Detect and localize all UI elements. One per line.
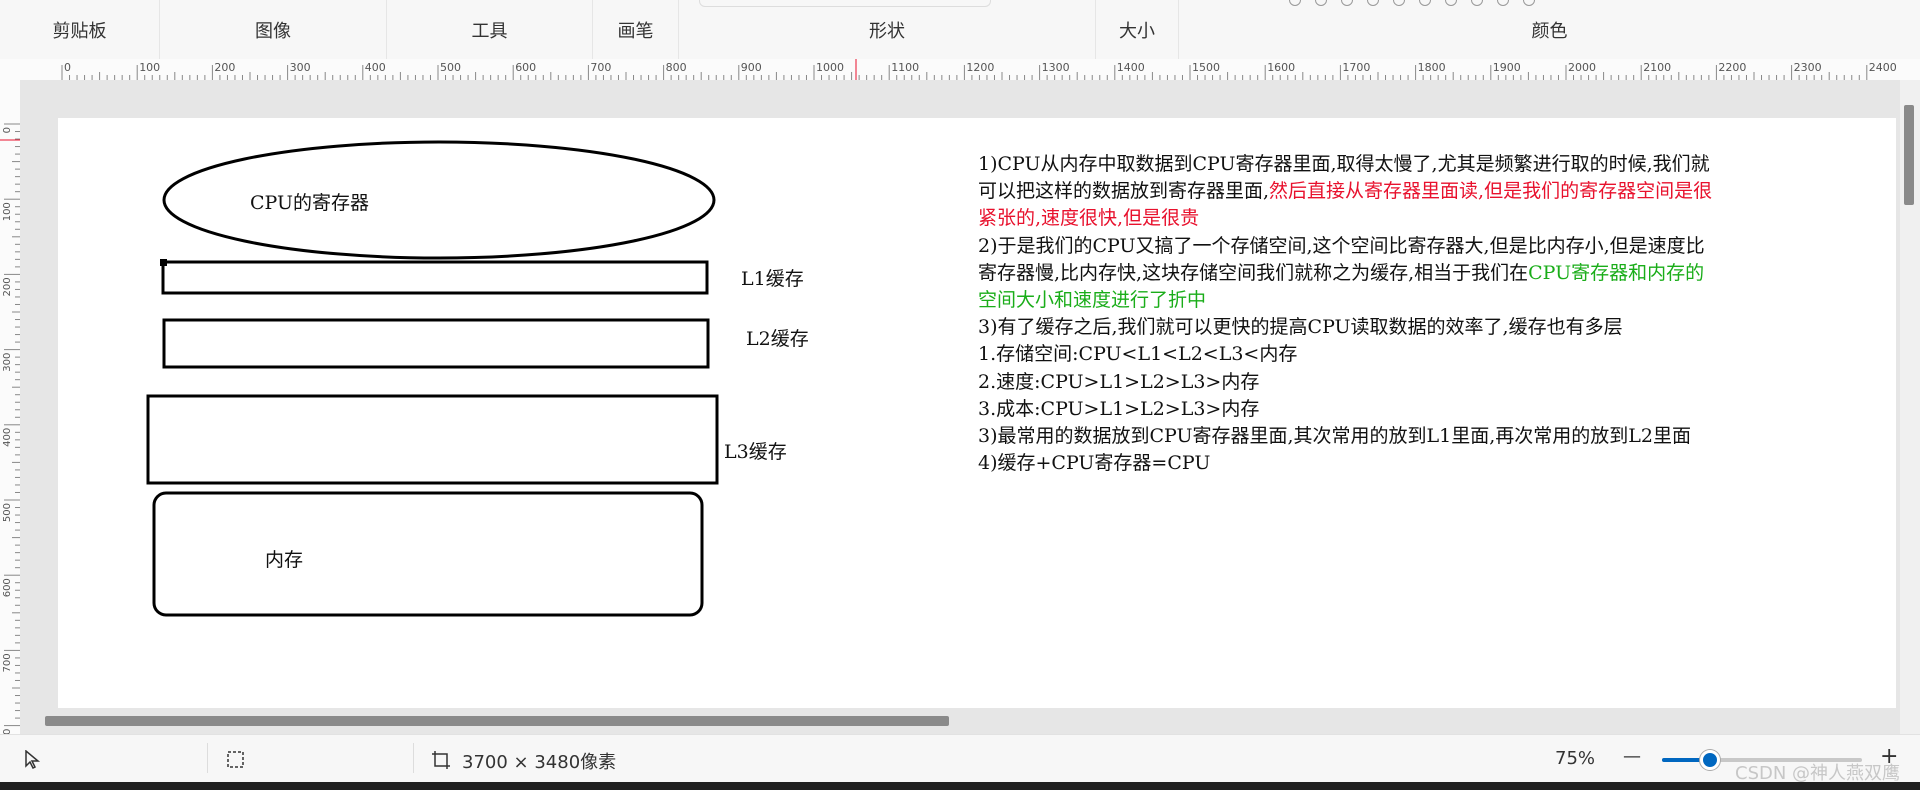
h-ruler-label: 1600 [1267,61,1295,74]
vertical-ruler: 0100200300400500600700800 [0,80,21,734]
h-ruler-label: 2000 [1568,61,1596,74]
v-ruler-label: 600 [2,578,13,597]
memory-label: 内存 [265,549,304,571]
brushes-group[interactable]: 画笔 [593,0,679,59]
v-ruler-label: 100 [2,202,13,221]
horizontal-ruler: 0 100 200 300 400 500 600 700 800 900 1000 1100 1200… [0,59,1920,81]
h-ruler-label: 1500 [1192,61,1220,74]
l1-cache-label: L1缓存 [741,268,804,290]
note-paragraph-2: 2)于是我们的CPU又搞了一个存储空间,这个空间比寄存器大,但是比内存小,但是速… [978,233,1718,315]
l3-cache-label: L3缓存 [724,441,787,463]
h-ruler-label: 800 [666,61,687,74]
vertical-ruler-ticks: 0100200300400500600700800 [0,123,20,734]
color-swatches[interactable] [1289,0,1629,6]
colors-label: 颜色 [1531,20,1568,42]
taskbar-strip [0,782,1920,790]
h-ruler-label: 900 [741,61,762,74]
clipboard-label: 剪贴板 [52,20,107,42]
shapes-group[interactable]: 形状 [679,0,1096,59]
vertical-scrollbar-thumb[interactable] [1904,105,1914,205]
v-ruler-label: 500 [2,503,13,522]
horizontal-scrollbar[interactable] [45,716,949,726]
v-ruler-label: 700 [2,653,13,672]
note-paragraph-5: 4)缓存+CPU寄存器=CPU [978,452,1211,475]
h-ruler-label: 300 [290,61,311,74]
zoom-percent[interactable]: 75% [1555,748,1595,769]
tools-group[interactable]: 工具 [387,0,593,59]
h-ruler-label: 1400 [1117,61,1145,74]
image-group[interactable]: 图像 [160,0,387,59]
h-ruler-label: 2100 [1643,61,1671,74]
h-ruler-label: 2300 [1794,61,1822,74]
h-ruler-label: 200 [214,61,235,74]
l2-cache-label: L2缓存 [746,328,809,350]
note-list-1: 1.存储空间:CPU<L1<L2<L3<内存 [978,343,1298,366]
h-ruler-label: 1100 [891,61,919,74]
v-ruler-label: 300 [2,353,13,372]
v-ruler-label: 400 [2,428,13,447]
h-ruler-label: 2400 [1869,61,1897,74]
cpu-register-label: CPU的寄存器 [250,192,370,214]
note-list-2: 2.速度:CPU>L1>L2>L3>内存 [978,370,1260,393]
h-ruler-label: 1300 [1042,61,1070,74]
h-ruler-label: 1800 [1418,61,1446,74]
shapes-gallery[interactable] [699,0,991,7]
ribbon-toolbar: 剪贴板 图像 工具 画笔 形状 大小 颜色 [0,0,1920,60]
note-paragraph-1: 1)CPU从内存中取数据到CPU寄存器里面,取得太慢了,尤其是频繁进行取的时候,… [978,151,1718,233]
clipboard-group[interactable]: 剪贴板 [0,0,160,59]
h-ruler-label: 500 [440,61,461,74]
canvas-dimensions: 3700 × 3480像素 [462,752,617,773]
brushes-label: 画笔 [617,20,654,42]
size-label: 大小 [1119,20,1155,42]
note-paragraph-3: 3)有了缓存之后,我们就可以更快的提高CPU读取数据的效率了,缓存也有多层 [978,316,1623,339]
colors-group[interactable]: 颜色 [1179,0,1920,59]
v-ruler-label: 0 [2,127,13,133]
note-list-3: 3.成本:CPU>L1>L2>L3>内存 [978,397,1260,420]
pointer-icon [25,750,41,770]
selection-icon [227,751,244,768]
canvas-size-icon [432,751,450,769]
h-ruler-label: 100 [139,61,160,74]
note-paragraph-4: 3)最常用的数据放到CPU寄存器里面,其次常用的放到L1里面,再次常用的放到L2… [978,425,1691,448]
h-ruler-label: 1200 [966,61,994,74]
horizontal-ruler-ticks: 0 100 200 300 400 500 600 700 800 900 1000 1100 1200… [61,59,1897,80]
zoom-out-button[interactable]: — [1623,746,1641,767]
h-ruler-label: 700 [590,61,611,74]
size-group[interactable]: 大小 [1096,0,1179,59]
tools-label: 工具 [471,20,508,42]
status-bar: 3700 × 3480像素 75% — + CSDN @神人燕双鹰 [0,734,1920,784]
h-ruler-label: 400 [365,61,386,74]
v-ruler-label: 200 [2,277,13,296]
shapes-label: 形状 [869,20,905,42]
h-ruler-label: 2200 [1718,61,1746,74]
h-ruler-label: 1900 [1493,61,1521,74]
image-label: 图像 [255,20,291,42]
h-ruler-label: 1700 [1342,61,1370,74]
h-ruler-label: 600 [515,61,536,74]
h-ruler-label: 0 [64,61,71,74]
zoom-slider-thumb[interactable] [1700,750,1720,770]
notes-textbox[interactable]: 1)CPU从内存中取数据到CPU寄存器里面,取得太慢了,尤其是频繁进行取的时候,… [978,151,1718,477]
h-ruler-label: 1000 [816,61,844,74]
